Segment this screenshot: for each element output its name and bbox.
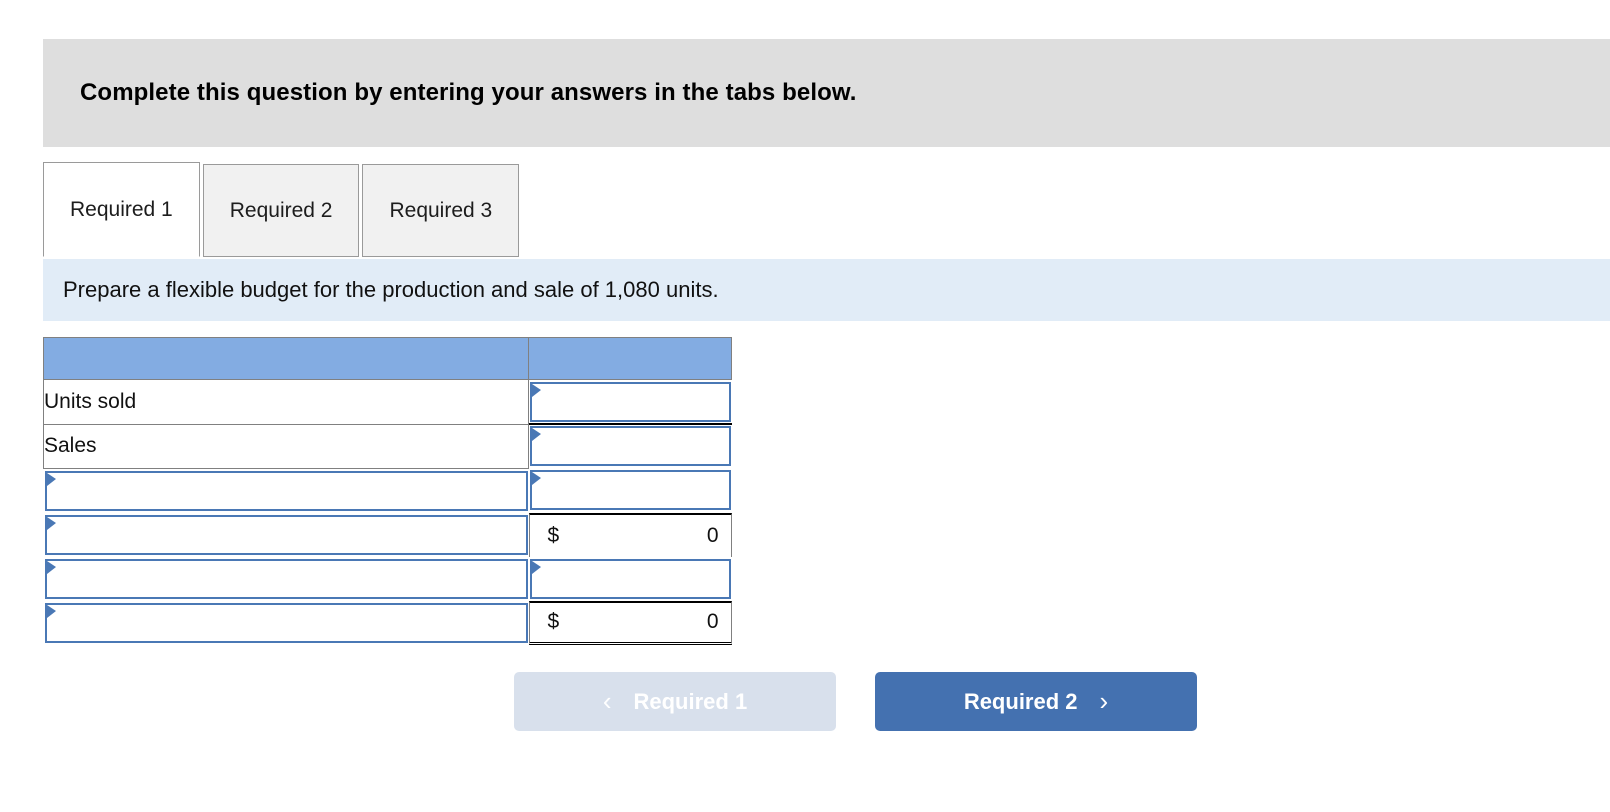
chevron-right-icon: ›: [1099, 686, 1109, 716]
value-input-3[interactable]: [529, 470, 731, 511]
row-label-select-6: [44, 601, 529, 645]
row-label-sales: Sales: [43, 423, 529, 469]
question-banner-text: Complete this question by entering your …: [80, 79, 857, 106]
row-label-select-5: [44, 557, 529, 601]
row-value-units-sold: [529, 380, 732, 425]
total-amount-4: 0: [706, 523, 719, 547]
total-cell-4: $ 0: [528, 512, 732, 557]
cell-marker-icon: [532, 428, 541, 441]
cell-marker-icon: [531, 472, 541, 486]
question-page: Complete this question by entering your …: [0, 0, 1610, 812]
units-sold-input[interactable]: [530, 382, 731, 422]
table-header-row: [43, 337, 732, 380]
row-label-select-4: [44, 513, 529, 557]
prev-required-1-button[interactable]: ‹ Required 1: [514, 672, 836, 731]
cell-marker-icon: [46, 604, 56, 618]
tab-required-1-label: Required 1: [70, 197, 173, 221]
table-row: Sales: [43, 423, 732, 469]
row-label-select-3: [44, 468, 529, 513]
tab-required-3-label: Required 3: [389, 198, 493, 222]
currency-symbol: $: [547, 610, 560, 633]
prev-button-label: Required 1: [633, 688, 748, 714]
chevron-left-icon: ‹: [602, 686, 612, 716]
table-row: Units sold: [43, 379, 732, 425]
tab-required-2[interactable]: Required 2: [202, 164, 360, 257]
cell-marker-icon: [532, 384, 541, 397]
row-value-total-4: $ 0: [528, 512, 732, 557]
sales-input[interactable]: [530, 426, 731, 466]
table-row: [44, 557, 732, 601]
cell-marker-icon: [531, 560, 541, 574]
tab-required-1[interactable]: Required 1: [43, 162, 200, 257]
row-label-units-sold: Units sold: [43, 379, 529, 425]
cell-marker-icon: [46, 516, 56, 530]
total-cell-6: $ 0: [528, 600, 732, 645]
label-select-5[interactable]: [44, 558, 528, 599]
flexible-budget-table: Units sold Sales $ 0 $ 0: [43, 337, 732, 645]
row-value-sales: [529, 424, 732, 468]
question-banner: Complete this question by entering your …: [43, 39, 1610, 147]
currency-symbol: $: [547, 523, 560, 547]
tab-required-2-label: Required 2: [229, 198, 333, 222]
table-row: [44, 468, 732, 513]
row-value-select-3: [529, 468, 732, 513]
label-select-6[interactable]: [44, 602, 528, 643]
label-select-3[interactable]: [44, 470, 528, 511]
next-button-label: Required 2: [963, 688, 1078, 714]
header-cell-label: [43, 337, 529, 380]
cell-marker-icon: [46, 560, 56, 574]
value-input-5[interactable]: [529, 558, 731, 599]
cell-marker-icon: [46, 472, 56, 486]
row-value-total-6: $ 0: [528, 600, 732, 645]
tab-strip: Required 1 Required 2 Required 3: [43, 162, 1610, 257]
row-value-select-5: [529, 557, 732, 601]
requirement-banner-text: Prepare a flexible budget for the produc…: [63, 277, 719, 302]
header-cell-value: [528, 337, 732, 380]
tab-required-3[interactable]: Required 3: [362, 164, 520, 257]
total-amount-6: 0: [706, 610, 719, 633]
requirement-banner: Prepare a flexible budget for the produc…: [43, 259, 1610, 321]
table-row: $ 0: [44, 512, 732, 557]
tab-navigation: ‹ Required 1 Required 2 ›: [514, 672, 1197, 731]
next-required-2-button[interactable]: Required 2 ›: [875, 672, 1197, 731]
label-select-4[interactable]: [44, 514, 528, 555]
table-row: $ 0: [44, 600, 732, 645]
